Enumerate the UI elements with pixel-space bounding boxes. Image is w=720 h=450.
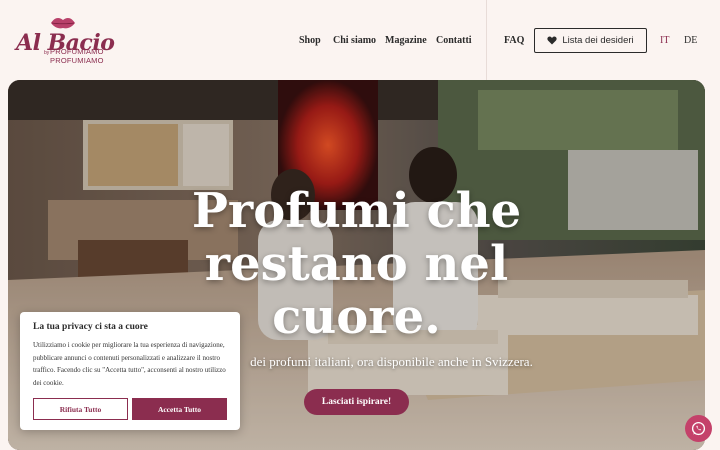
wishlist-label: Lista dei desideri (562, 35, 634, 46)
lips-icon (51, 18, 75, 29)
wishlist-button[interactable]: Lista dei desideri (534, 28, 647, 53)
nav-item-contatti[interactable]: Contatti (436, 35, 472, 46)
logo-subtitle-line1: PROFUMIAMO (50, 47, 104, 56)
nav-item-chi-siamo[interactable]: Chi siamo (333, 35, 376, 46)
whatsapp-button[interactable] (685, 415, 712, 442)
header-divider (486, 0, 487, 80)
cookie-actions: Rifiuta Tutto Accetta Tutto (33, 398, 227, 420)
heart-icon (547, 36, 557, 45)
cookie-title: La tua privacy ci sta a cuore (33, 322, 148, 332)
logo-by-text: by (44, 50, 50, 56)
hero-title-line1: Profumi che (191, 183, 522, 239)
language-de[interactable]: DE (684, 35, 697, 46)
cookie-text: Utilizziamo i cookie per migliorare la t… (33, 341, 226, 387)
reject-all-button[interactable]: Rifiuta Tutto (33, 398, 128, 420)
hero-title-line2: restano nel (204, 236, 509, 292)
cookie-banner: La tua privacy ci sta a cuore Utilizziam… (20, 312, 240, 430)
cta-button[interactable]: Lasciati ispirare! (304, 389, 409, 415)
logo-subtitle-line2: PROFUMIAMO (50, 56, 104, 65)
nav-item-shop[interactable]: Shop (299, 35, 321, 46)
language-it[interactable]: IT (660, 35, 669, 46)
nav-item-magazine[interactable]: Magazine (385, 35, 427, 46)
faq-link[interactable]: FAQ (504, 35, 524, 46)
site-header: Al Bacio by PROFUMIAMO PROFUMIAMO Shop C… (0, 0, 720, 80)
accept-all-button[interactable]: Accetta Tutto (132, 398, 227, 420)
brand-logo[interactable]: Al Bacio by PROFUMIAMO PROFUMIAMO (16, 16, 116, 68)
whatsapp-icon (691, 421, 706, 436)
